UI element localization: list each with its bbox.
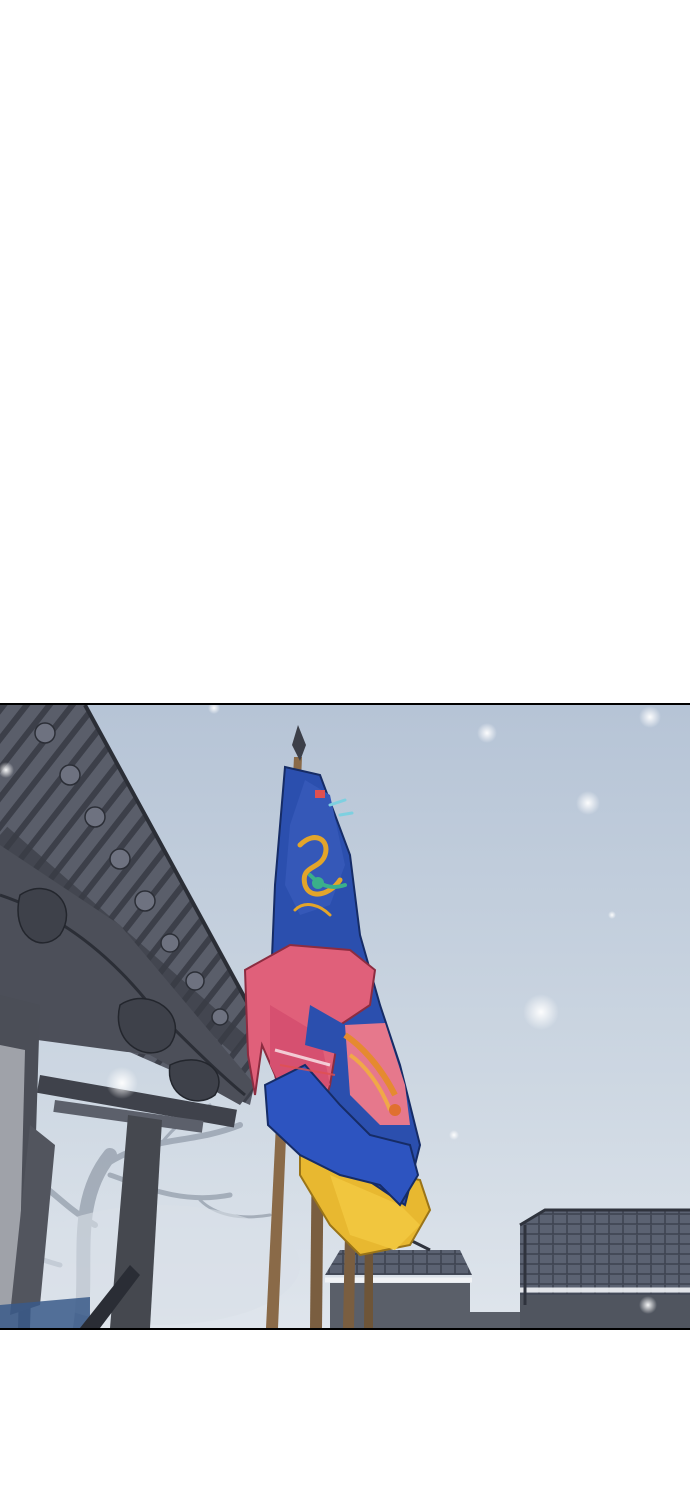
comic-panel	[0, 703, 690, 1330]
right-building	[519, 1208, 690, 1328]
panel-illustration	[0, 705, 690, 1328]
comic-page	[0, 0, 690, 1500]
